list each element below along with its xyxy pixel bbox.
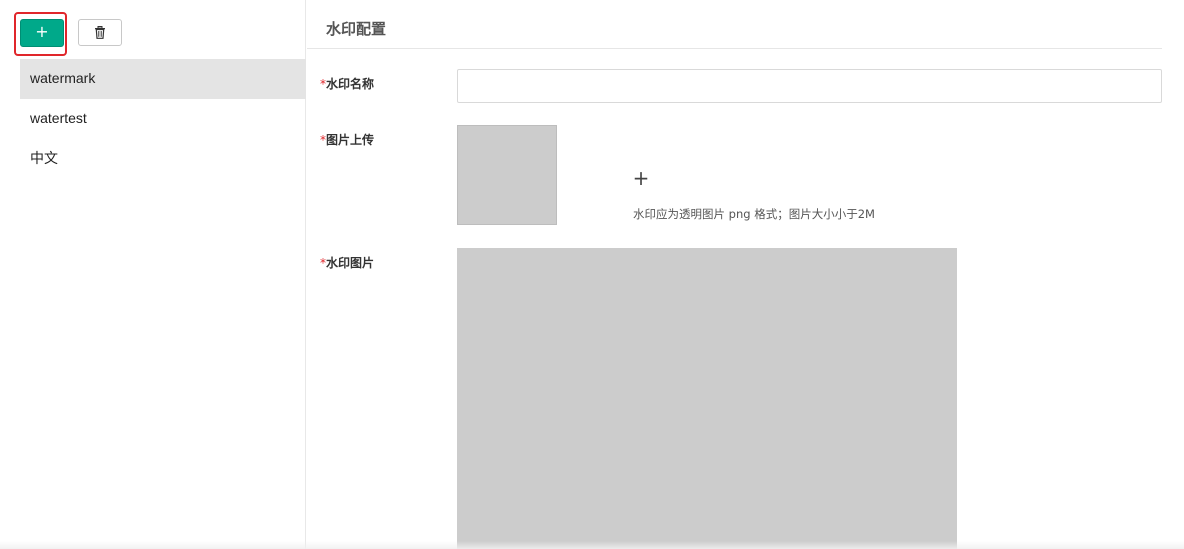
watermark-config-panel: 水印配置 *水印名称 *图片上传 + 水印应为透明图片 png 格式；图片大小小… bbox=[307, 0, 1184, 549]
delete-button[interactable] bbox=[78, 19, 122, 46]
upload-thumbnail[interactable] bbox=[457, 125, 557, 225]
list-item-label: 中文 bbox=[30, 150, 58, 166]
bottom-edge bbox=[0, 541, 1184, 549]
add-button[interactable]: + bbox=[20, 19, 64, 47]
image-label-text: 水印图片 bbox=[326, 256, 375, 270]
list-item-watermark[interactable]: watermark bbox=[20, 59, 306, 99]
list-item-label: watermark bbox=[30, 70, 96, 86]
name-field-label: *水印名称 bbox=[320, 76, 374, 92]
list-toolbar: + bbox=[0, 0, 306, 58]
list-item-chinese[interactable]: 中文 bbox=[20, 139, 306, 179]
watermark-image-preview bbox=[457, 248, 957, 549]
upload-label-text: 图片上传 bbox=[326, 133, 375, 147]
upload-field-label: *图片上传 bbox=[320, 132, 374, 148]
upload-hint: 水印应为透明图片 png 格式；图片大小小于2M bbox=[633, 207, 875, 221]
list-item-label: watertest bbox=[30, 110, 87, 126]
plus-icon: + bbox=[35, 22, 49, 41]
trash-icon bbox=[95, 26, 105, 39]
watermark-list: watermark watertest 中文 bbox=[20, 59, 306, 179]
image-field-label: *水印图片 bbox=[320, 255, 374, 271]
name-label-text: 水印名称 bbox=[326, 77, 375, 91]
panel-header: 水印配置 bbox=[307, 0, 1162, 49]
list-item-watertest[interactable]: watertest bbox=[20, 99, 306, 139]
page-title: 水印配置 bbox=[326, 20, 387, 38]
watermark-config-app: + watermark watertest 中文 水印配置 *水印名称 *图片上… bbox=[0, 0, 1184, 549]
upload-plus-icon[interactable]: + bbox=[632, 167, 650, 189]
watermark-name-input[interactable] bbox=[457, 69, 1162, 103]
watermark-list-panel: + watermark watertest 中文 bbox=[0, 0, 306, 549]
